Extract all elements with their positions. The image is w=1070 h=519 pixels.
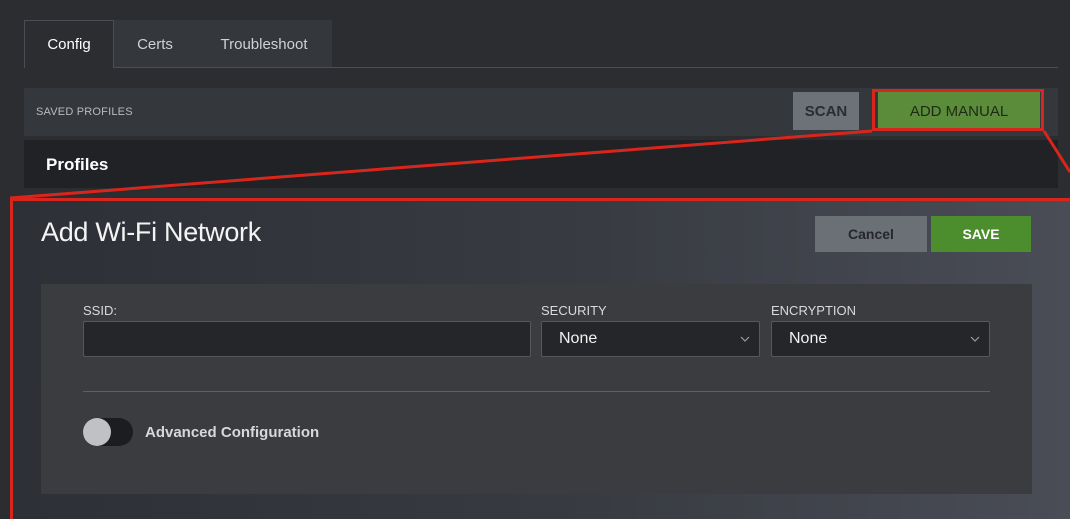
save-button[interactable]: SAVE bbox=[931, 216, 1031, 252]
form-divider bbox=[83, 391, 990, 392]
ssid-input[interactable] bbox=[83, 321, 531, 357]
saved-profiles-label: SAVED PROFILES bbox=[36, 106, 133, 118]
profiles-header: Profiles bbox=[24, 140, 1058, 188]
tab-divider bbox=[114, 67, 1058, 68]
wifi-form: SSID: SECURITY ENCRYPTION None None Adva… bbox=[41, 284, 1032, 494]
chevron-down-icon bbox=[969, 333, 981, 345]
profiles-title: Profiles bbox=[46, 155, 109, 174]
advanced-config-toggle[interactable] bbox=[83, 418, 133, 446]
toggle-knob bbox=[83, 418, 111, 446]
tab-bar: Config Certs Troubleshoot bbox=[24, 20, 332, 68]
advanced-config-label: Advanced Configuration bbox=[145, 424, 320, 441]
chevron-down-icon bbox=[739, 333, 751, 345]
add-wifi-modal: Add Wi-Fi Network Cancel SAVE SSID: SECU… bbox=[10, 198, 1070, 519]
encryption-label: ENCRYPTION bbox=[771, 303, 856, 318]
ssid-label: SSID: bbox=[83, 303, 117, 318]
security-selected-value: None bbox=[559, 330, 598, 347]
add-manual-button[interactable]: ADD MANUAL bbox=[878, 92, 1040, 130]
modal-title: Add Wi-Fi Network bbox=[41, 217, 261, 247]
scan-button[interactable]: SCAN bbox=[793, 92, 859, 130]
tab-certs[interactable]: Certs bbox=[114, 20, 196, 68]
security-select[interactable]: None bbox=[541, 321, 760, 357]
encryption-select[interactable]: None bbox=[771, 321, 990, 357]
tab-config[interactable]: Config bbox=[24, 20, 114, 68]
saved-profiles-bar: SAVED PROFILES SCAN ADD MANUAL bbox=[24, 88, 1058, 136]
encryption-selected-value: None bbox=[789, 330, 828, 347]
security-label: SECURITY bbox=[541, 303, 607, 318]
cancel-button[interactable]: Cancel bbox=[815, 216, 927, 252]
tab-troubleshoot[interactable]: Troubleshoot bbox=[196, 20, 332, 68]
